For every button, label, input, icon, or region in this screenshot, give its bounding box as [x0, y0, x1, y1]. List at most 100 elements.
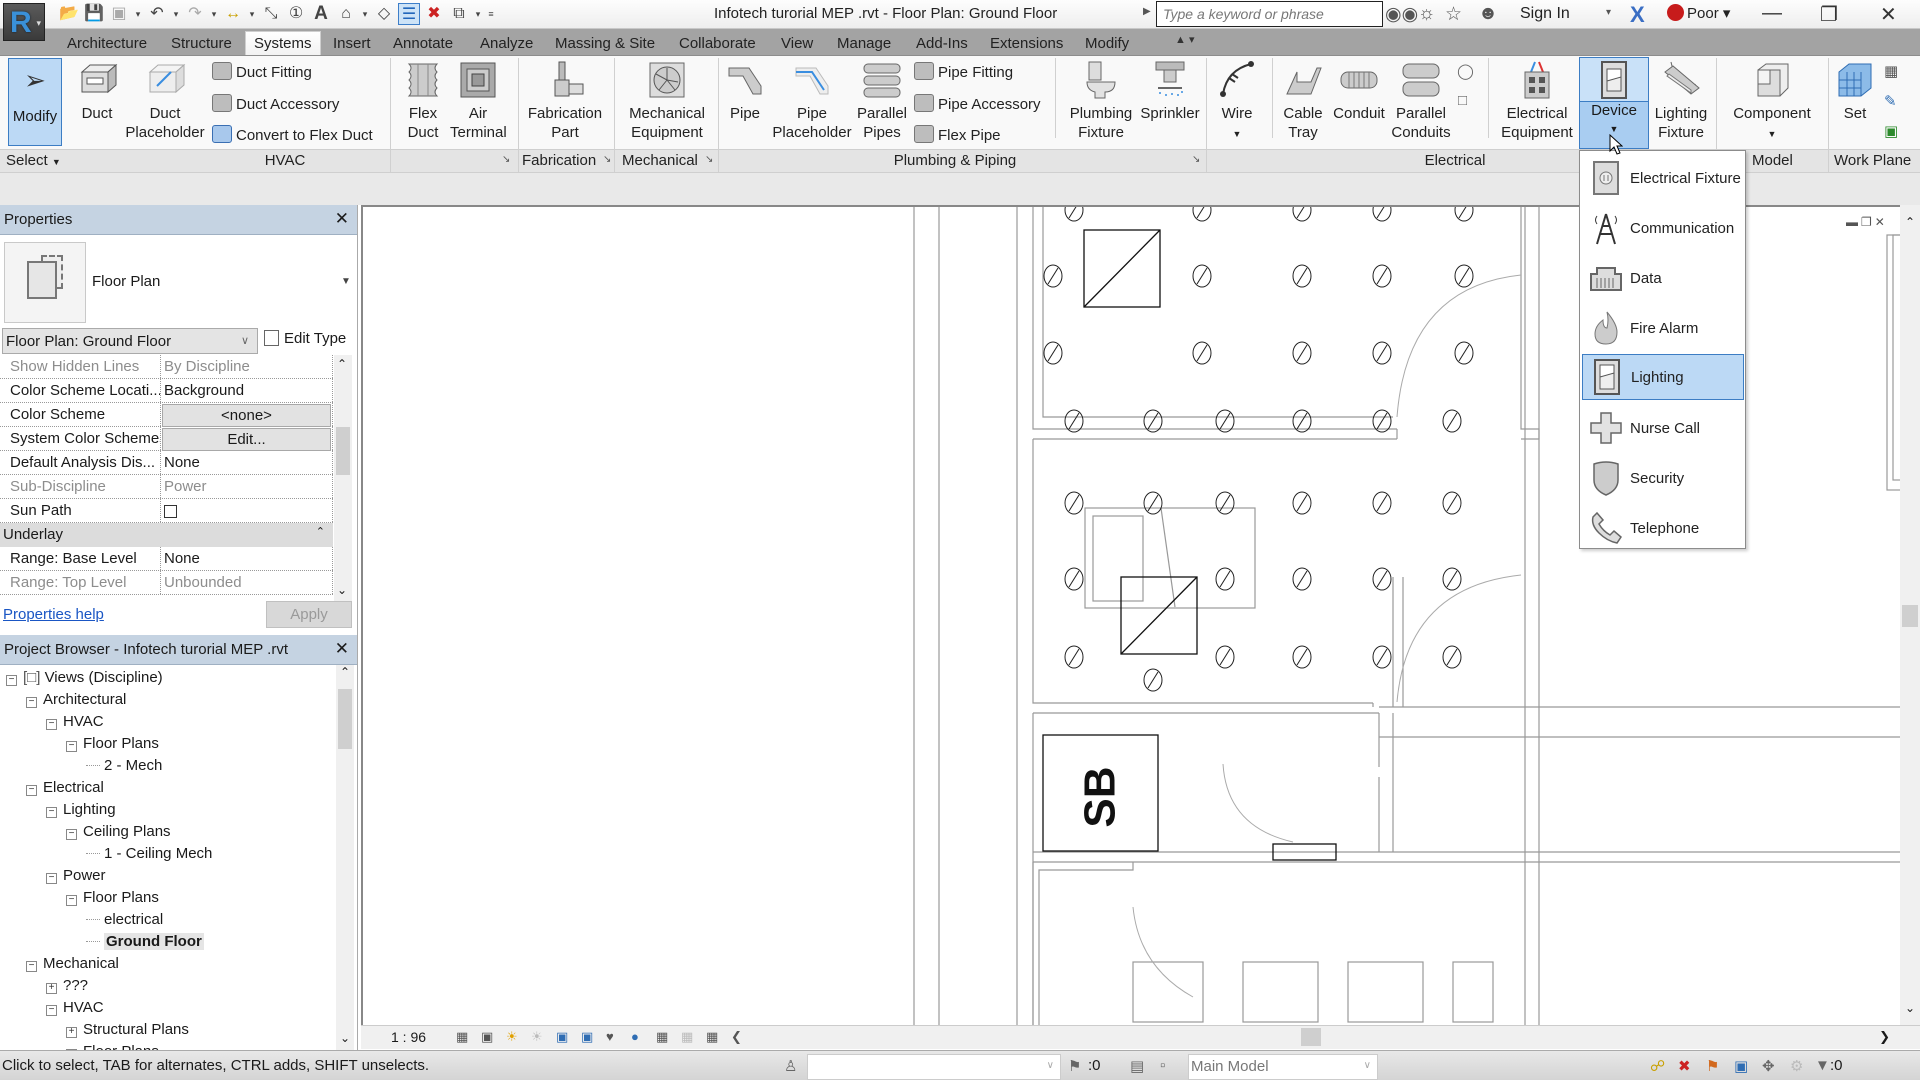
apply-button[interactable]: Apply [266, 601, 352, 628]
binoculars-icon[interactable]: ◉◉ [1385, 3, 1418, 26]
view-window-controls[interactable]: ▬❐✕ [1846, 215, 1888, 229]
satellite-icon[interactable]: ☼ [1418, 3, 1435, 25]
tab-architecture[interactable]: Architecture [67, 32, 147, 56]
redo-dropdown-icon[interactable]: ▾ [209, 3, 219, 25]
filter-icon[interactable]: ▼ [1815, 1057, 1830, 1074]
undo-icon[interactable]: ↶ [146, 3, 168, 25]
browser-node[interactable]: electrical [86, 911, 163, 928]
dimension-icon[interactable]: ⤡ [260, 3, 282, 25]
collapse-bar-icon[interactable]: ❮ [731, 1029, 742, 1045]
text-icon[interactable]: A [310, 3, 332, 25]
parallel-conduits-button[interactable]: Parallel Conduits [1388, 58, 1454, 148]
prop-group-underlay[interactable]: Underlay ⌃ [0, 523, 333, 547]
measure-icon[interactable]: ↔ [222, 3, 244, 25]
instance-filter-select[interactable]: Floor Plan: Ground Floor ∨ [2, 328, 258, 354]
tab-modify[interactable]: Modify [1085, 32, 1129, 56]
thin-lines-icon[interactable]: ☰ [398, 3, 420, 25]
menu-item-nurse-call[interactable]: Nurse Call [1582, 405, 1744, 451]
browser-node[interactable]: −Floor Plans [66, 735, 159, 752]
panel-select[interactable]: Select ▼ [6, 152, 61, 169]
close-button[interactable]: ✕ [1880, 2, 1897, 27]
collapse-icon[interactable]: ⌃ [308, 523, 333, 547]
measure-dropdown-icon[interactable]: ▾ [247, 3, 257, 25]
show-crop-icon[interactable]: ▣ [581, 1029, 593, 1045]
plumbing-launcher-icon[interactable]: ↘ [1192, 154, 1200, 165]
fabrication-part-button[interactable]: Fabrication Part [522, 58, 608, 148]
menu-item-lighting[interactable]: Lighting [1582, 354, 1744, 400]
collapse-icon[interactable]: − [26, 785, 37, 796]
flex-duct-button[interactable]: Flex Duct [400, 58, 446, 148]
mechanical-equipment-button[interactable]: Mechanical Equipment [620, 58, 714, 148]
tab-structure[interactable]: Structure [171, 32, 232, 56]
color-scheme-button[interactable]: <none> [162, 404, 331, 427]
tab-collaborate[interactable]: Collaborate [679, 32, 756, 56]
menu-item-security[interactable]: Security [1582, 455, 1744, 501]
scroll-right-icon[interactable]: ❯ [1879, 1029, 1890, 1045]
viewer-icon[interactable]: ▣ [1884, 122, 1898, 140]
convert-flex-duct-button[interactable]: Convert to Flex Duct [212, 125, 373, 144]
browser-node[interactable]: − [□] Views (Discipline) [6, 669, 163, 686]
view-scale[interactable]: 1 : 96 [391, 1029, 426, 1045]
reveal-hidden-icon[interactable]: ● [631, 1029, 639, 1044]
background-process-icon[interactable]: ⚙ [1790, 1057, 1803, 1075]
section-icon[interactable]: ◇ [373, 3, 395, 25]
collapse-icon[interactable]: − [26, 961, 37, 972]
collapse-icon[interactable]: − [46, 1005, 57, 1016]
mechanical-launcher-icon[interactable]: ↘ [705, 154, 713, 165]
minimize-ribbon-icon[interactable]: ▲ ▾ [1175, 33, 1194, 46]
3d-view-icon[interactable]: ⌂ [335, 3, 357, 25]
browser-node[interactable]: −Floor Plans [66, 1043, 159, 1050]
search-expand-icon[interactable]: ▶ [1143, 6, 1151, 17]
temp-hide-icon[interactable]: ♥ [606, 1029, 614, 1044]
type-dropdown-icon[interactable]: ▼ [341, 276, 351, 287]
properties-help-link[interactable]: Properties help [3, 606, 104, 623]
select-pinned-icon[interactable]: ⚑ [1706, 1057, 1719, 1075]
menu-item-telephone[interactable]: Telephone [1582, 505, 1744, 551]
sprinkler-button[interactable]: Sprinkler [1138, 58, 1202, 148]
set-workplane-button[interactable]: Set [1834, 58, 1876, 148]
open-icon[interactable]: 📂 [58, 3, 80, 25]
redo-icon[interactable]: ↷ [184, 3, 206, 25]
browser-scrollbar[interactable]: ⌃ ⌄ [336, 665, 354, 1050]
switch-windows-icon[interactable]: ⧉ [448, 3, 470, 25]
prop-value[interactable]: None [161, 451, 333, 474]
show-workplane-icon[interactable]: ▦ [1884, 62, 1898, 80]
undo-dropdown-icon[interactable]: ▾ [171, 3, 181, 25]
duct-placeholder-button[interactable]: Duct Placeholder [125, 58, 205, 148]
close-hidden-icon[interactable]: ✖ [423, 3, 445, 25]
tab-view[interactable]: View [781, 32, 813, 56]
prop-value[interactable]: Background [161, 379, 333, 402]
analytical-model-icon[interactable]: ▦ [656, 1029, 668, 1045]
fabrication-launcher-icon[interactable]: ↘ [603, 154, 611, 165]
flex-pipe-button[interactable]: Flex Pipe [914, 125, 1001, 144]
tab-manage[interactable]: Manage [837, 32, 891, 56]
pipe-fitting-button[interactable]: Pipe Fitting [914, 62, 1013, 81]
highlight-displacement-icon[interactable]: ▦ [681, 1029, 693, 1045]
select-underlay-icon[interactable]: ✖ [1678, 1057, 1691, 1075]
design-options-icon[interactable]: ▤ [1130, 1057, 1144, 1075]
menu-item-fire-alarm[interactable]: Fire Alarm [1582, 305, 1744, 351]
browser-node[interactable]: − HVAC [46, 713, 104, 730]
canvas-horizontal-scroll-thumb[interactable] [1301, 1028, 1321, 1046]
properties-scrollbar[interactable]: ⌃ ⌄ [334, 355, 352, 601]
browser-node[interactable]: − Electrical [26, 779, 104, 796]
prop-value[interactable]: None [161, 547, 333, 570]
browser-node[interactable]: − Lighting [46, 801, 116, 818]
duct-accessory-button[interactable]: Duct Accessory [212, 94, 339, 113]
menu-item-data[interactable]: Data [1582, 255, 1744, 301]
design-option-select[interactable]: Main Model ∨ [1188, 1054, 1378, 1080]
sync-dropdown-icon[interactable]: ▾ [133, 3, 143, 25]
scroll-up-icon[interactable]: ⌃ [337, 357, 347, 371]
canvas-vertical-scrollbar[interactable]: ⌃ ⌄ [1900, 205, 1920, 1025]
worksets-icon[interactable]: ♙ [784, 1057, 797, 1075]
collapse-icon[interactable]: − [66, 829, 77, 840]
collapse-icon[interactable]: − [26, 697, 37, 708]
tab-insert[interactable]: Insert [333, 32, 371, 56]
scroll-down-icon[interactable]: ⌄ [337, 583, 347, 597]
user-icon[interactable]: ☻ [1478, 3, 1498, 25]
save-icon[interactable]: 💾 [83, 3, 105, 25]
electrical-equipment-button[interactable]: Electrical Equipment [1496, 58, 1578, 148]
browser-node[interactable]: − Architectural [26, 691, 126, 708]
parallel-pipes-button[interactable]: Parallel Pipes [856, 58, 908, 148]
select-by-face-icon[interactable]: ▣ [1734, 1057, 1748, 1075]
